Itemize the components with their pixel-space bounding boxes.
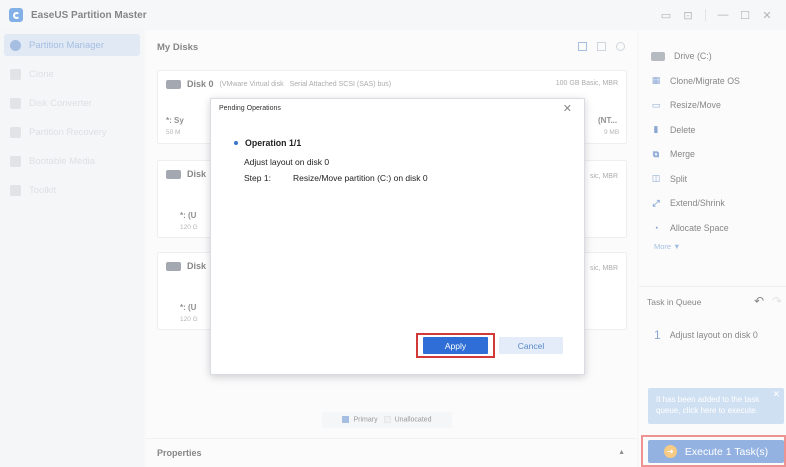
close-icon[interactable]: ✕ bbox=[563, 102, 572, 115]
dialog-title: Pending Operations bbox=[219, 105, 281, 112]
operation-header: Operation 1/1 bbox=[234, 138, 301, 148]
pending-operations-dialog: Pending Operations ✕ Operation 1/1 Adjus… bbox=[210, 98, 585, 375]
bullet-icon bbox=[234, 141, 238, 145]
operation-description: Adjust layout on disk 0 bbox=[244, 157, 330, 167]
operation-label: Operation 1/1 bbox=[245, 138, 302, 148]
apply-highlight bbox=[416, 333, 495, 358]
operation-step: Step 1: Resize/Move partition (C:) on dis… bbox=[244, 173, 428, 183]
step-label: Step 1: bbox=[244, 173, 271, 183]
cancel-button[interactable]: Cancel bbox=[499, 337, 563, 354]
step-text: Resize/Move partition (C:) on disk 0 bbox=[293, 173, 428, 183]
